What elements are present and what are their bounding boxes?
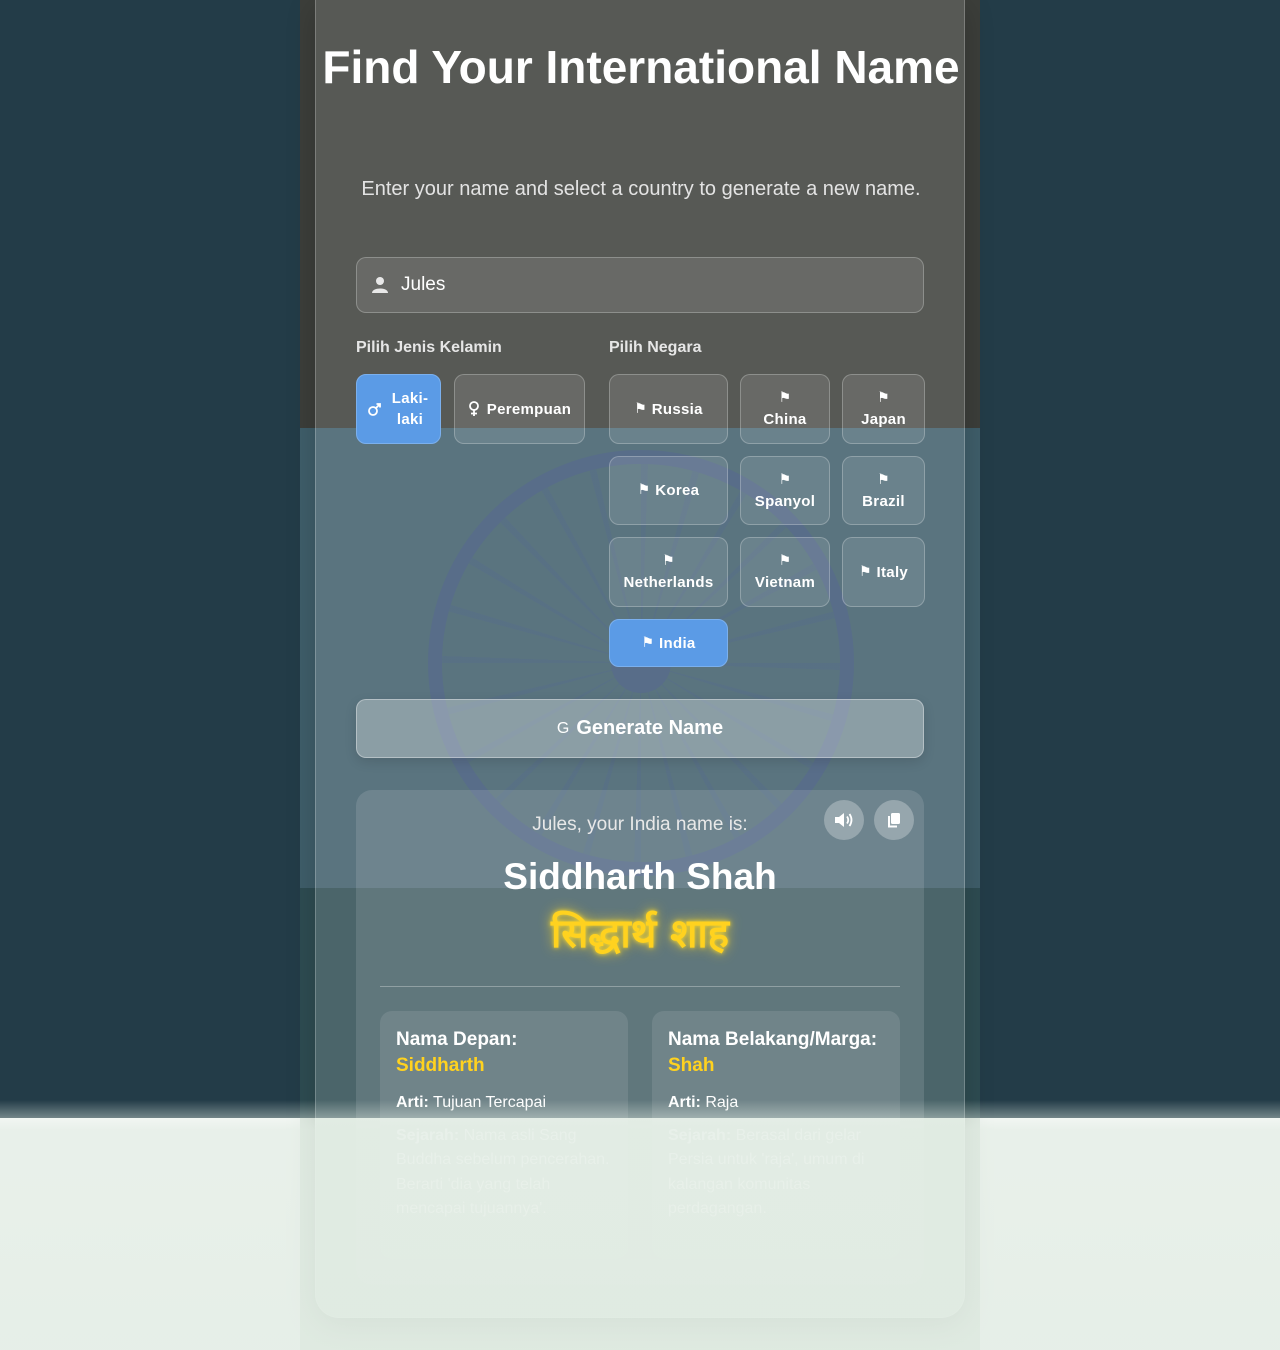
male-icon [368,402,381,416]
generate-name-button[interactable]: G Generate Name [356,699,924,758]
first-name-history: Sejarah: Nama asli Sang Buddha sebelum p… [396,1124,612,1222]
last-name-heading: Nama Belakang/Marga: Shah [668,1027,884,1079]
generated-name: Siddharth Shah [503,856,777,897]
page-title: Find Your International Name [322,41,960,93]
country-option-spanyol[interactable]: ⚑ Spanyol [740,456,830,525]
first-name-heading-label: Nama Depan: [396,1029,518,1050]
country-option-korea[interactable]: ⚑ Korea [609,456,728,525]
flag-icon: ⚑ [641,634,660,651]
user-icon [372,277,388,293]
result-divider [380,986,900,987]
flag-icon: ⚑ [877,390,890,406]
meaning-label: Arti: [396,1094,429,1111]
flag-icon: ⚑ [637,482,656,498]
flag-icon: ⚑ [858,563,877,580]
country-option-label: China [763,411,807,428]
name-field[interactable] [356,257,924,313]
country-option-label: Brazil [862,492,905,510]
generate-button-label: Generate Name [576,717,724,739]
flag-icon: ⚑ [877,471,890,488]
country-option-label: India [659,634,696,652]
last-name-details: Nama Belakang/Marga: Shah Arti: Raja Sej… [652,1011,900,1259]
country-option-label: Spanyol [754,492,816,510]
first-name-value: Siddharth [396,1055,485,1076]
last-name-value: Shah [668,1055,715,1076]
result-panel: Jules, your India name is: Siddharth Sha… [356,790,924,1285]
female-icon [468,401,479,416]
country-option-label: Japan [861,411,906,428]
meaning-value: Tujuan Tercapai [433,1094,547,1111]
country-option-india[interactable]: ⚑ India [609,619,728,667]
first-name-meaning: Arti: Tujuan Tercapai [396,1091,612,1116]
country-option-russia[interactable]: ⚑ Russia [609,374,728,444]
generator-card: Find Your International Name Enter your … [315,0,965,1318]
gender-option-male[interactable]: Laki-laki [356,374,441,444]
last-name-history: Sejarah: Berasal dari gelar Persia untuk… [668,1124,884,1222]
generated-name-native-script: सिद्धार्थ शाह [550,911,729,957]
generate-icon: G [556,719,570,737]
country-option-italy[interactable]: ⚑ Italy [842,537,925,607]
country-option-japan[interactable]: ⚑ Japan [842,374,925,444]
country-option-label: Russia [651,400,703,418]
history-label: Sejarah: [668,1126,732,1144]
first-name-details: Nama Depan: Siddharth Arti: Tujuan Tercap… [380,1011,628,1259]
country-option-netherlands[interactable]: ⚑ Netherlands [609,537,728,607]
last-name-meaning: Arti: Raja [668,1091,884,1116]
country-option-label: Netherlands [623,574,714,591]
gender-option-label: Perempuan [486,400,572,418]
flag-icon: ⚑ [778,390,792,406]
country-option-label: Italy [876,563,909,581]
flag-icon: ⚑ [634,400,652,417]
country-option-vietnam[interactable]: ⚑ Vietnam [740,537,830,607]
country-option-brazil[interactable]: ⚑ Brazil [842,456,925,525]
flag-icon: ⚑ [662,553,675,569]
first-name-heading: Nama Depan: Siddharth [396,1027,612,1079]
meaning-label: Arti: [668,1094,701,1111]
flag-icon: ⚑ [778,553,792,569]
name-input[interactable] [401,258,901,312]
country-option-label: Korea [655,482,700,499]
last-name-heading-label: Nama Belakang/Marga: [668,1029,878,1050]
gender-option-female[interactable]: Perempuan [454,374,585,444]
page-subtitle: Enter your name and select a country to … [361,178,921,200]
country-label: Pilih Negara [609,339,702,356]
meaning-value: Raja [705,1094,739,1111]
result-intro: Jules, your India name is: [532,814,748,835]
gender-option-label: Laki-laki [391,390,429,428]
country-option-label: Vietnam [754,574,816,591]
flag-icon: ⚑ [778,471,792,488]
country-option-china[interactable]: ⚑ China [740,374,830,444]
history-label: Sejarah: [396,1126,460,1144]
gender-label: Pilih Jenis Kelamin [356,339,502,356]
